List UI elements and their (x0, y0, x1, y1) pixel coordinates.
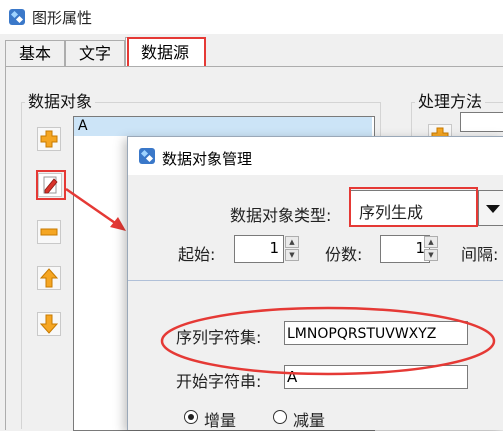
tab-text-label: 文字 (78, 44, 111, 63)
data-object-manager-dialog: 数据对象管理 数据对象类型: 序列生成 起始: 1 ▲ ▼ 份数: 1 ▲ ▼ … (127, 136, 503, 430)
group-data-object-label: 数据对象 (25, 88, 96, 112)
window-title: 图形属性 (32, 9, 93, 27)
window-titlebar: 图形属性 (0, 0, 503, 35)
start-spin-up[interactable]: ▲ (285, 236, 299, 248)
tab-basic-label: 基本 (18, 44, 51, 63)
move-down-icon (39, 314, 59, 334)
group-processing-label: 处理方法 (415, 88, 486, 112)
annotation-ellipse (160, 306, 496, 376)
add-button[interactable] (37, 127, 61, 151)
start-label: 起始: (178, 245, 216, 264)
remove-icon (40, 228, 58, 236)
section-separator (128, 280, 503, 281)
remove-button[interactable] (37, 220, 61, 244)
dialog-titlebar: 数据对象管理 (128, 137, 503, 175)
copies-input[interactable]: 1 (380, 235, 430, 263)
add-icon (40, 130, 58, 148)
dialog-title: 数据对象管理 (162, 150, 253, 168)
annotation-type-highlight (349, 187, 478, 227)
chevron-down-icon (486, 205, 500, 213)
annotation-arrow (65, 187, 126, 231)
list-item-selected[interactable] (74, 117, 372, 136)
radio-selected-dot (188, 414, 194, 420)
copies-spin-up[interactable]: ▲ (424, 236, 438, 248)
start-spin-down[interactable]: ▼ (285, 249, 299, 261)
move-up-button[interactable] (37, 266, 61, 290)
decrement-label: 减量 (293, 411, 326, 430)
increment-label: 增量 (204, 411, 237, 430)
interval-label: 间隔: (461, 245, 499, 264)
tab-text[interactable]: 文字 (65, 40, 125, 66)
tab-basic[interactable]: 基本 (5, 40, 65, 66)
copies-label: 份数: (325, 245, 363, 264)
type-label: 数据对象类型: (230, 206, 332, 225)
increment-radio[interactable] (184, 410, 198, 424)
copies-spin-down[interactable]: ▼ (424, 249, 438, 261)
start-input[interactable]: 1 (234, 235, 284, 263)
annotation-tab-highlight (127, 37, 206, 69)
dialog-icon (139, 148, 155, 164)
list-item-label: A (78, 118, 88, 134)
move-up-icon (39, 268, 59, 288)
app-icon (9, 9, 25, 25)
processing-list[interactable] (460, 112, 503, 132)
type-dropdown-button[interactable] (478, 190, 503, 226)
move-down-button[interactable] (37, 312, 61, 336)
decrement-radio[interactable] (273, 410, 287, 424)
start-input-value: 1 (269, 239, 279, 257)
